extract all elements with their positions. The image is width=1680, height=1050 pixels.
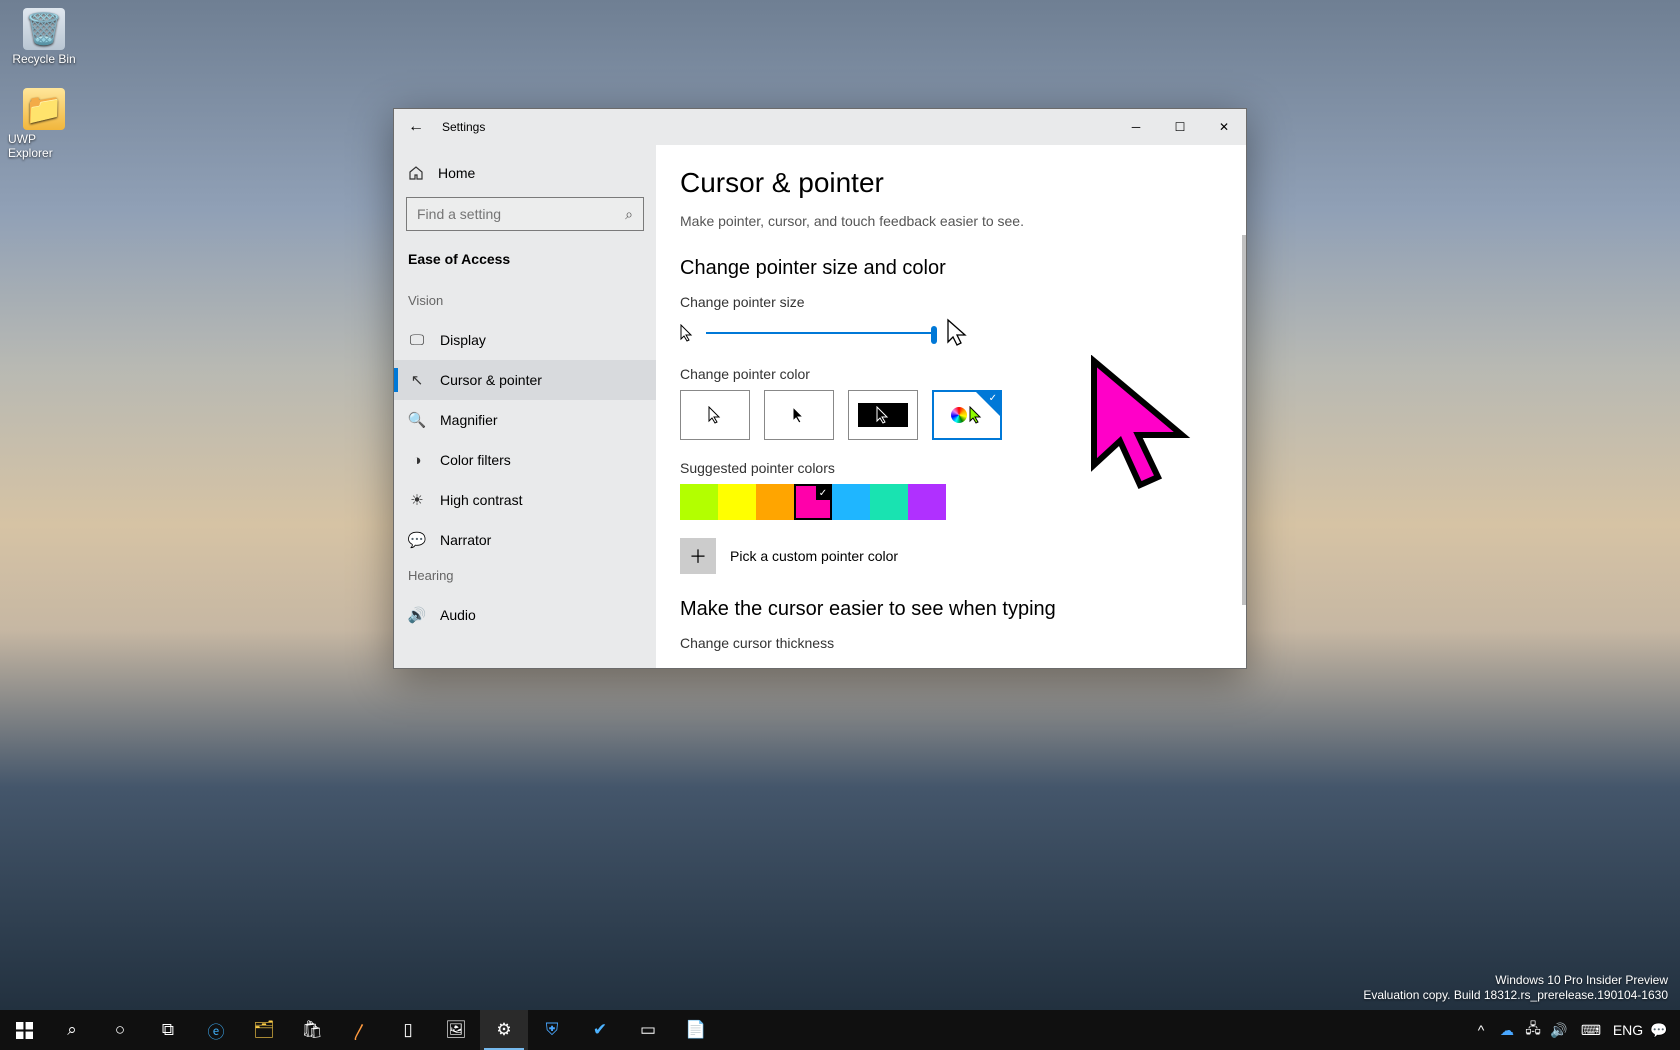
- tray-volume-icon[interactable]: 🔊: [1546, 1010, 1572, 1050]
- desktop-icon-recycle-bin[interactable]: 🗑️ Recycle Bin: [8, 8, 80, 66]
- taskbar: ⌕ ○ ⧉ ⓔ 🗂 🛍 〳 ▯ 🖼 ⚙ ⛨ ✔ ▭ 📄 ^ ☁ 🖧 🔊 ⌨ EN…: [0, 1010, 1680, 1050]
- desktop-icon-uwp-explorer[interactable]: 📁 UWP Explorer: [8, 88, 80, 160]
- taskbar-settings[interactable]: ⚙: [480, 1010, 528, 1050]
- color-filter-icon: ◑: [408, 451, 426, 469]
- pointer-size-slider[interactable]: [706, 323, 934, 343]
- window-title: Settings: [442, 120, 485, 134]
- pointer-size-label: Change pointer size: [680, 294, 1222, 310]
- tray-network-icon[interactable]: 🖧: [1520, 1010, 1546, 1050]
- nav-audio[interactable]: 🔊 Audio: [394, 595, 656, 635]
- category-heading: Ease of Access: [394, 245, 656, 285]
- tray-overflow[interactable]: ^: [1468, 1010, 1494, 1050]
- nav-label: Display: [440, 332, 486, 348]
- pick-custom-color-button[interactable]: ＋: [680, 538, 716, 574]
- cursor-icon: ↖: [408, 371, 426, 389]
- home-button[interactable]: Home: [394, 155, 656, 191]
- folder-icon: 📁: [23, 88, 65, 130]
- titlebar: ← Settings ─ ☐ ✕: [394, 109, 1246, 145]
- suggested-colors-label: Suggested pointer colors: [680, 460, 1222, 476]
- nav-label: Audio: [440, 607, 476, 623]
- large-cursor-icon: [946, 318, 970, 348]
- start-button[interactable]: [0, 1010, 48, 1050]
- group-hearing: Hearing: [394, 560, 656, 595]
- taskbar-cortana[interactable]: ○: [96, 1010, 144, 1050]
- nav-high-contrast[interactable]: ☀ High contrast: [394, 480, 656, 520]
- taskbar-taskview[interactable]: ⧉: [144, 1010, 192, 1050]
- taskbar-app2[interactable]: ▭: [624, 1010, 672, 1050]
- minimize-button[interactable]: ─: [1114, 109, 1158, 145]
- narrator-icon: 💬: [408, 531, 426, 549]
- maximize-button[interactable]: ☐: [1158, 109, 1202, 145]
- taskbar-app1[interactable]: 〳: [336, 1010, 384, 1050]
- nav-color-filters[interactable]: ◑ Color filters: [394, 440, 656, 480]
- page-description: Make pointer, cursor, and touch feedback…: [680, 213, 1222, 229]
- audio-icon: 🔊: [408, 606, 426, 624]
- home-label: Home: [438, 165, 475, 181]
- display-icon: 🖵: [408, 331, 426, 349]
- nav-magnifier[interactable]: 🔍 Magnifier: [394, 400, 656, 440]
- tray-onedrive-icon[interactable]: ☁: [1494, 1010, 1520, 1050]
- nav-label: Magnifier: [440, 412, 498, 428]
- search-field[interactable]: [417, 206, 597, 222]
- recycle-bin-icon: 🗑️: [23, 8, 65, 50]
- suggested-colors: ✓: [680, 484, 1222, 520]
- sidebar: Home ⌕ Ease of Access Vision 🖵 Display ↖…: [394, 145, 656, 668]
- tray-ime-icon[interactable]: ⌨: [1572, 1010, 1610, 1050]
- nav-display[interactable]: 🖵 Display: [394, 320, 656, 360]
- nav-label: High contrast: [440, 492, 522, 508]
- desktop-watermark: Windows 10 Pro Insider Preview Evaluatio…: [1363, 973, 1668, 1004]
- group-vision: Vision: [394, 285, 656, 320]
- desktop-icons: 🗑️ Recycle Bin 📁 UWP Explorer: [8, 8, 80, 160]
- tray-action-center-icon[interactable]: 💬: [1646, 1010, 1672, 1050]
- content-area: Cursor & pointer Make pointer, cursor, a…: [656, 145, 1246, 668]
- small-cursor-icon: [680, 324, 694, 342]
- nav-label: Narrator: [440, 532, 491, 548]
- search-input[interactable]: ⌕: [406, 197, 644, 231]
- color-swatch-purple[interactable]: [908, 484, 946, 520]
- home-icon: [408, 165, 424, 181]
- desktop-icon-label: UWP Explorer: [8, 132, 80, 160]
- nav-cursor-pointer[interactable]: ↖ Cursor & pointer: [394, 360, 656, 400]
- color-swatch-orange[interactable]: [756, 484, 794, 520]
- settings-window: ← Settings ─ ☐ ✕ Home ⌕ Ease of Access V…: [393, 108, 1247, 669]
- pointer-color-label: Change pointer color: [680, 366, 1222, 382]
- magnifier-icon: 🔍: [408, 411, 426, 429]
- cursor-thickness-label: Change cursor thickness: [680, 635, 1222, 651]
- desktop-icon-label: Recycle Bin: [12, 52, 75, 66]
- close-button[interactable]: ✕: [1202, 109, 1246, 145]
- pointer-color-custom[interactable]: ✓: [932, 390, 1002, 440]
- rainbow-icon: [951, 407, 967, 423]
- color-swatch-magenta[interactable]: ✓: [794, 484, 832, 520]
- scrollbar[interactable]: [1242, 235, 1246, 605]
- nav-label: Color filters: [440, 452, 511, 468]
- color-swatch-teal[interactable]: [870, 484, 908, 520]
- color-swatch-blue[interactable]: [832, 484, 870, 520]
- taskbar-phone[interactable]: ▯: [384, 1010, 432, 1050]
- taskbar-store[interactable]: 🛍: [288, 1010, 336, 1050]
- back-button[interactable]: ←: [408, 118, 424, 136]
- search-icon: ⌕: [625, 206, 633, 223]
- taskbar-file-explorer[interactable]: 🗂: [240, 1010, 288, 1050]
- pointer-color-white[interactable]: [680, 390, 750, 440]
- section-cursor-heading: Make the cursor easier to see when typin…: [680, 598, 1222, 621]
- taskbar-security[interactable]: ⛨: [528, 1010, 576, 1050]
- color-swatch-yellow[interactable]: [718, 484, 756, 520]
- section-size-color-heading: Change pointer size and color: [680, 257, 1222, 280]
- check-icon: ✓: [816, 486, 830, 500]
- color-swatch-lime[interactable]: [680, 484, 718, 520]
- taskbar-search[interactable]: ⌕: [48, 1010, 96, 1050]
- nav-narrator[interactable]: 💬 Narrator: [394, 520, 656, 560]
- pointer-color-black[interactable]: [764, 390, 834, 440]
- tray-language[interactable]: ENG: [1610, 1010, 1646, 1050]
- nav-label: Cursor & pointer: [440, 372, 542, 388]
- page-title: Cursor & pointer: [680, 167, 1222, 199]
- check-icon: ✓: [989, 393, 997, 404]
- taskbar-notes[interactable]: 📄: [672, 1010, 720, 1050]
- high-contrast-icon: ☀: [408, 491, 426, 509]
- taskbar-photos[interactable]: 🖼: [432, 1010, 480, 1050]
- pick-custom-color-label: Pick a custom pointer color: [730, 548, 898, 564]
- taskbar-todo[interactable]: ✔: [576, 1010, 624, 1050]
- pointer-color-inverted[interactable]: [848, 390, 918, 440]
- taskbar-edge[interactable]: ⓔ: [192, 1010, 240, 1050]
